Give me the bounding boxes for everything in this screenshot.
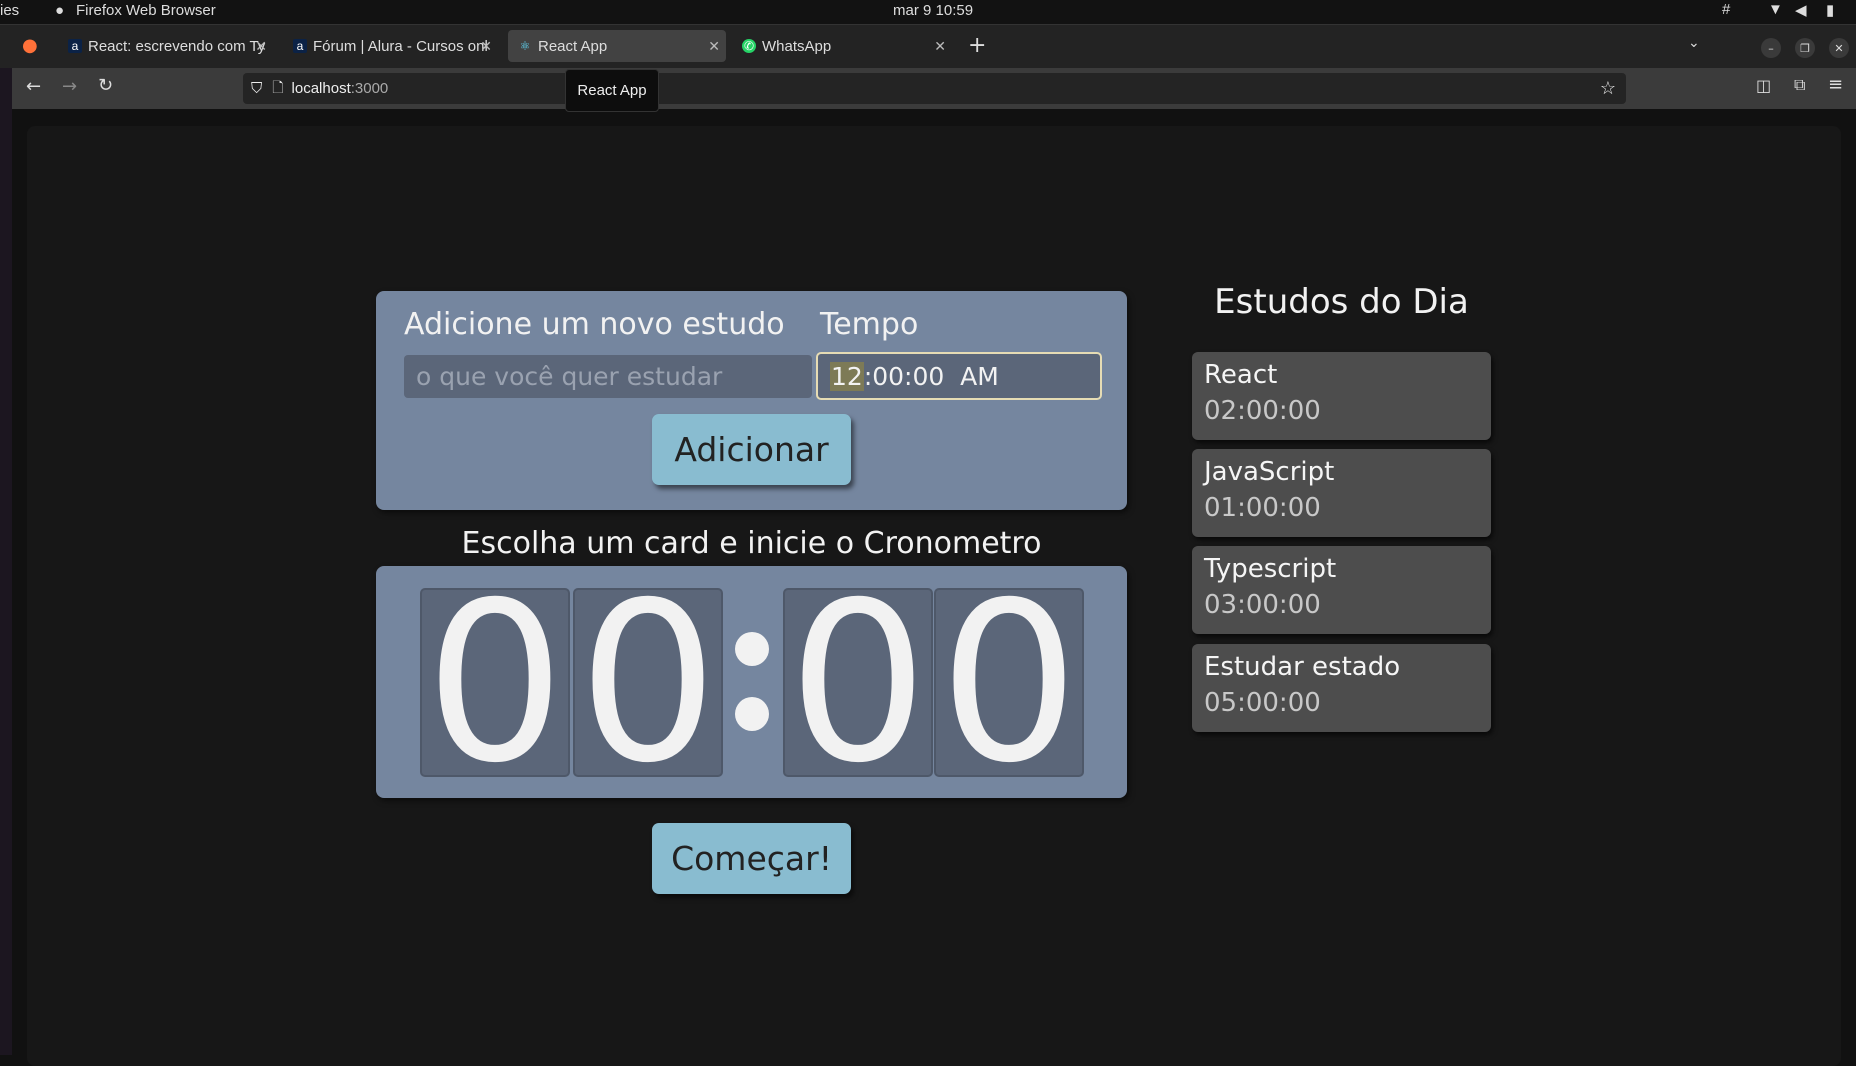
list-item[interactable]: Estudar estado 05:00:00 <box>1192 644 1491 732</box>
app-name: Firefox Web Browser <box>76 2 216 19</box>
slack-tray-icon[interactable]: # <box>1722 1 1730 18</box>
add-button[interactable]: Adicionar <box>652 414 851 485</box>
page-icon: 🗋 <box>272 78 284 95</box>
menu-icon[interactable]: ≡ <box>1828 74 1843 95</box>
time-label: Tempo <box>820 307 919 342</box>
pocket-icon[interactable]: ◫ <box>1756 76 1771 95</box>
system-top-bar: ies ● Firefox Web Browser mar 9 10:59 # … <box>0 0 1856 24</box>
back-icon[interactable]: ← <box>26 76 41 97</box>
react-icon: ⚛ <box>519 39 531 53</box>
battery-icon[interactable]: ▮ <box>1826 1 1834 19</box>
tab-title: WhatsApp <box>762 37 832 55</box>
tab-forum-alura[interactable]: a Fórum | Alura - Cursos onl ✕ <box>283 30 498 62</box>
alura-icon: a <box>293 39 307 53</box>
whatsapp-icon: ✆ <box>742 39 756 53</box>
reload-icon[interactable]: ↻ <box>98 75 113 96</box>
alura-icon: a <box>68 39 82 53</box>
list-item[interactable]: JavaScript 01:00:00 <box>1192 449 1491 537</box>
item-name: Typescript <box>1204 554 1337 584</box>
timer-digit: 0 <box>420 573 570 793</box>
close-tab-icon[interactable]: ✕ <box>480 38 492 55</box>
close-tab-icon[interactable]: ✕ <box>934 38 946 55</box>
tab-tooltip: React App <box>565 69 659 112</box>
list-title: Estudos do Dia <box>1214 282 1469 322</box>
timer-digit: 0 <box>573 573 723 793</box>
study-input[interactable]: o que você quer estudar <box>404 355 812 398</box>
tab-react-app[interactable]: ⚛ React App ✕ <box>508 30 726 62</box>
url-port: :3000 <box>350 80 389 97</box>
list-tabs-chevron-icon[interactable]: ⌄ <box>1688 35 1700 51</box>
item-time: 01:00:00 <box>1204 493 1321 523</box>
study-label: Adicione um novo estudo <box>404 307 785 342</box>
item-time: 05:00:00 <box>1204 688 1321 718</box>
wifi-icon[interactable]: ▼ <box>1768 1 1783 18</box>
minimize-button[interactable]: – <box>1761 38 1781 58</box>
url-host: localhost <box>291 80 351 97</box>
item-name: JavaScript <box>1204 457 1335 487</box>
extensions-icon[interactable]: ⧉ <box>1794 75 1805 95</box>
list-item[interactable]: React 02:00:00 <box>1192 352 1491 440</box>
timer-digit: 0 <box>783 573 933 793</box>
activities-button[interactable]: ies <box>0 2 19 19</box>
firefox-view-icon[interactable]: ● <box>22 35 38 56</box>
new-tab-button[interactable]: + <box>968 33 986 58</box>
tab-title: Fórum | Alura - Cursos onl <box>313 37 488 55</box>
time-input[interactable]: 12:00:00 AM <box>816 352 1102 400</box>
shield-icon[interactable]: ⛉ <box>251 80 262 97</box>
tab-whatsapp[interactable]: ✆ WhatsApp ✕ <box>732 30 952 62</box>
item-time: 02:00:00 <box>1204 396 1321 426</box>
close-tab-icon[interactable]: ✕ <box>708 38 720 55</box>
colon-dot <box>735 697 769 731</box>
list-item[interactable]: Typescript 03:00:00 <box>1192 546 1491 634</box>
colon-dot <box>735 632 769 666</box>
clock[interactable]: mar 9 10:59 <box>893 2 973 19</box>
item-time: 03:00:00 <box>1204 590 1321 620</box>
tab-title: React: escrevendo com Ty <box>88 37 266 55</box>
time-rest: :00:00 AM <box>863 361 999 391</box>
start-button[interactable]: Começar! <box>652 823 851 894</box>
close-window-button[interactable]: ✕ <box>1829 38 1849 58</box>
tab-bar: ● a React: escrevendo com Ty ✕ a Fórum |… <box>0 24 1856 68</box>
dock-edge <box>0 68 12 1055</box>
item-name: React <box>1204 360 1278 390</box>
url-bar[interactable]: ⛉ 🗋 localhost:3000 ☆ <box>243 73 1626 104</box>
volume-icon[interactable]: ◀ <box>1795 1 1807 19</box>
forward-icon[interactable]: → <box>62 76 77 97</box>
close-tab-icon[interactable]: ✕ <box>255 38 267 55</box>
firefox-small-icon: ● <box>55 2 65 19</box>
item-name: Estudar estado <box>1204 652 1401 682</box>
timer-digit: 0 <box>934 573 1084 793</box>
time-hour-segment[interactable]: 12 <box>830 361 864 391</box>
tab-react-escrevendo[interactable]: a React: escrevendo com Ty ✕ <box>58 30 273 62</box>
tab-title: React App <box>538 37 608 55</box>
bookmark-star-icon[interactable]: ☆ <box>1600 78 1616 99</box>
restore-button[interactable]: ❐ <box>1795 38 1815 58</box>
